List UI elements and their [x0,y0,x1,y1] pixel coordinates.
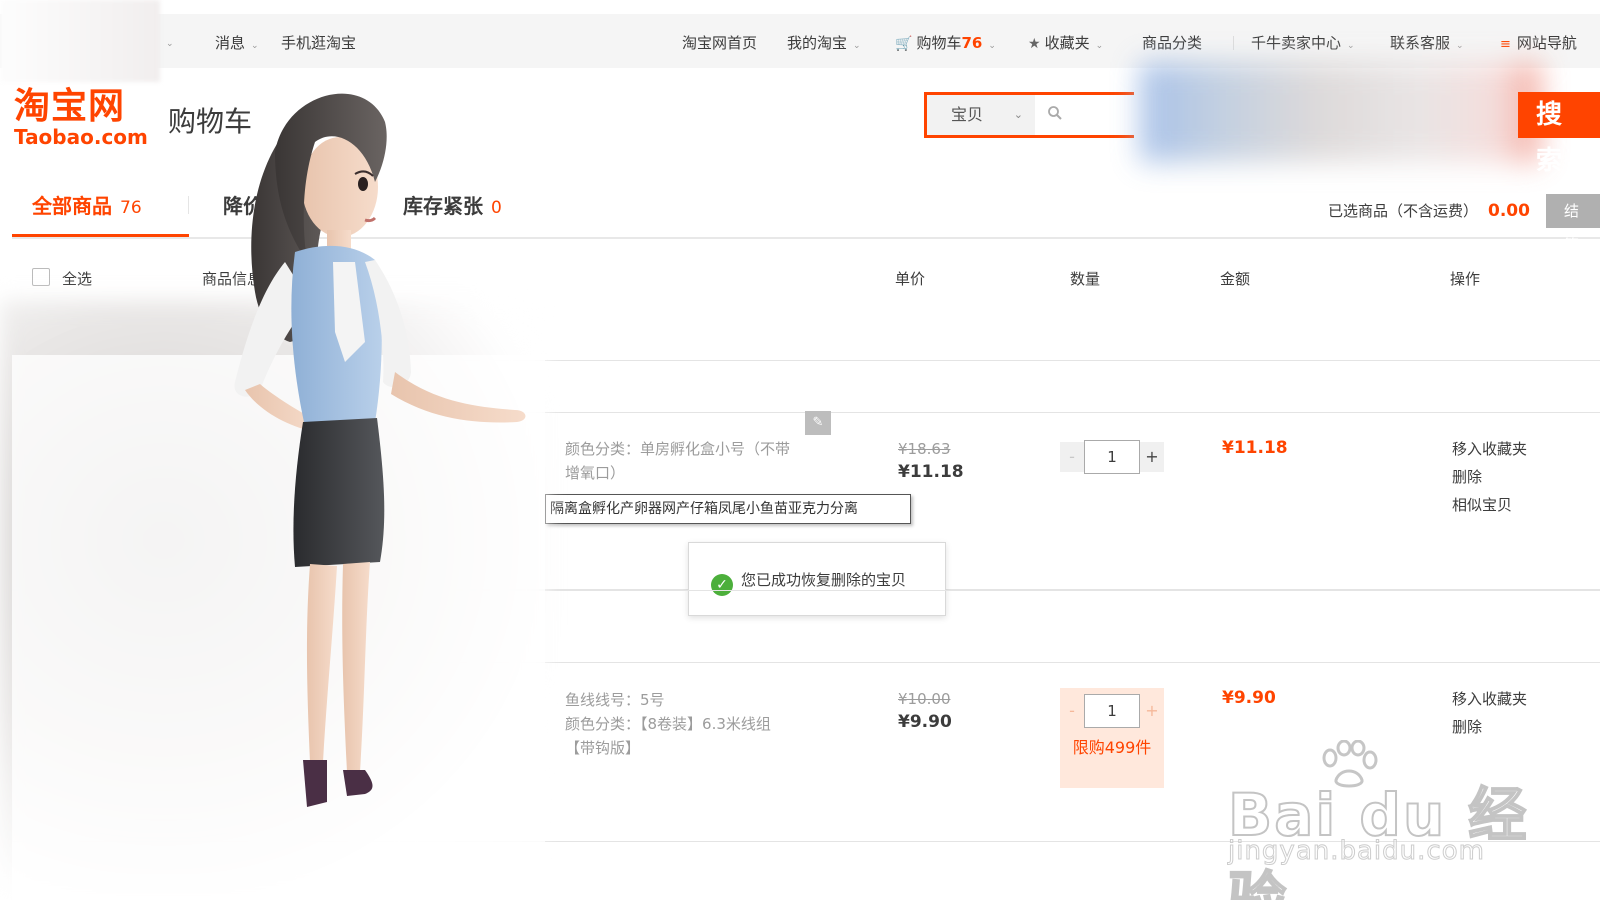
chevron-down-icon: ⌄ [1013,108,1023,121]
pencil-icon[interactable]: ✎ [805,411,831,435]
topbar-customer-service[interactable]: 联系客服 ⌄ [1390,32,1464,53]
topbar-divider [1233,36,1234,50]
topbar-categories[interactable]: 商品分类 [1142,32,1202,53]
chevron-down-icon: ⌄ [166,39,174,49]
item-price: ¥9.90 [898,712,952,732]
item-title-tooltip: 隔离盒孵化产卵器网产仔箱凤尾小鱼苗亚克力分离 [545,494,911,524]
decrease-button[interactable]: - [1060,696,1084,726]
item-total: ¥11.18 [1222,438,1288,458]
item-original-price: ¥10.00 [898,690,951,708]
site-topbar: ⌄ 消息 ⌄ 手机逛淘宝 淘宝网首页 我的淘宝 ⌄ 🛒 购物车76 ⌄ ★ 收藏夹 ⌄ 商品… [0,0,1600,82]
item-operations: 移入收藏夹 删除 相似宝贝 [1452,435,1527,519]
item-sku: 鱼线线号：5号 颜色分类：【8卷装】6.3米线组 【带钩版】 [565,691,771,757]
select-all-label[interactable]: 全选 [62,268,92,289]
topbar-messages[interactable]: 消息 ⌄ [215,32,259,53]
quantity-input[interactable]: 1 [1084,694,1140,728]
watermark-main: Bai du 经验 [1227,780,1529,900]
chevron-down-icon: ⌄ [853,41,861,51]
decrease-button[interactable]: - [1060,442,1084,472]
item-price: ¥11.18 [898,462,964,482]
move-to-favorites-link[interactable]: 移入收藏夹 [1452,435,1527,463]
purchase-limit-text: 限购499件 [1072,738,1152,757]
taobao-logo[interactable]: 淘宝网 Taobao.com [14,86,160,148]
topbar-site-nav[interactable]: ≡ 网站导航 [1500,32,1577,53]
logo-en: Taobao.com [14,125,148,149]
watermark-url: jingyan.baidu.com [1228,836,1485,867]
quantity-stepper[interactable]: - 1 + [1060,440,1164,474]
cart-count: 76 [961,34,983,52]
blurred-search-input[interactable] [1140,62,1540,162]
topbar-mobile[interactable]: 手机逛淘宝 [281,32,356,53]
logo-cn: 淘宝网 [14,85,126,127]
search-category-select[interactable]: 宝贝 ⌄ [927,95,1035,135]
col-amount: 金额 [1220,270,1251,288]
delete-link[interactable]: 删除 [1452,463,1527,491]
chevron-down-icon: ⌄ [1456,41,1464,51]
settle-button[interactable]: 结 算 [1546,194,1600,254]
check-circle-icon: ✓ [711,574,733,596]
search-box[interactable]: 宝贝 ⌄ [924,92,1134,138]
star-icon: ★ [1028,36,1041,52]
cart-icon: 🛒 [895,36,913,52]
search-button[interactable]: 搜 索 [1518,92,1600,176]
item-total: ¥9.90 [1222,688,1276,708]
similar-items-link[interactable]: 相似宝贝 [1452,491,1527,519]
chevron-down-icon: ⌄ [1347,41,1355,51]
topbar-favorites[interactable]: ★ 收藏夹 ⌄ [1028,32,1103,53]
search-icon [1047,105,1063,125]
delete-link[interactable]: 删除 [1452,713,1527,741]
move-to-favorites-link[interactable]: 移入收藏夹 [1452,685,1527,713]
item-operations: 移入收藏夹 删除 [1452,685,1527,741]
item-original-price: ¥18.63 [898,440,951,458]
topbar-home[interactable]: 淘宝网首页 [682,32,757,53]
topbar-my-taobao[interactable]: 我的淘宝 ⌄ [787,32,861,53]
chevron-down-icon: ⌄ [251,41,259,51]
topbar-seller-center[interactable]: 千牛卖家中心 ⌄ [1251,32,1355,53]
col-operations: 操作 [1450,270,1481,288]
baidu-watermark: Bai du 经验 jingyan.baidu.com [1227,740,1548,900]
blurred-login-area [0,0,160,82]
col-unit-price: 单价 [895,270,926,288]
item-sku: 颜色分类：单房孵化盒小号（不带 增氧口） [565,440,791,482]
col-quantity: 数量 [1070,270,1101,288]
select-all-checkbox[interactable] [32,268,50,286]
increase-button[interactable]: + [1140,442,1164,472]
menu-icon: ≡ [1500,37,1511,52]
purchase-limit-box: - 1 + 限购499件 [1060,688,1164,788]
topbar-cart[interactable]: 🛒 购物车76 ⌄ [895,32,996,53]
selected-summary: 已选商品（不含运费） 0.00 [1328,201,1530,221]
quantity-input[interactable]: 1 [1084,440,1140,474]
tab-all-items[interactable]: 全部商品 76 [32,190,142,219]
topbar-dropdown[interactable]: ⌄ [160,32,174,50]
presenter-figure [234,93,526,807]
chevron-down-icon: ⌄ [988,41,996,51]
success-toast: ✓ 您已成功恢复删除的宝贝 [688,542,946,616]
increase-button[interactable]: + [1140,696,1164,726]
selected-amount: 0.00 [1488,201,1530,221]
quantity-stepper[interactable]: - 1 + [1060,694,1164,728]
chevron-down-icon: ⌄ [1095,41,1104,51]
tab-divider [188,196,189,214]
